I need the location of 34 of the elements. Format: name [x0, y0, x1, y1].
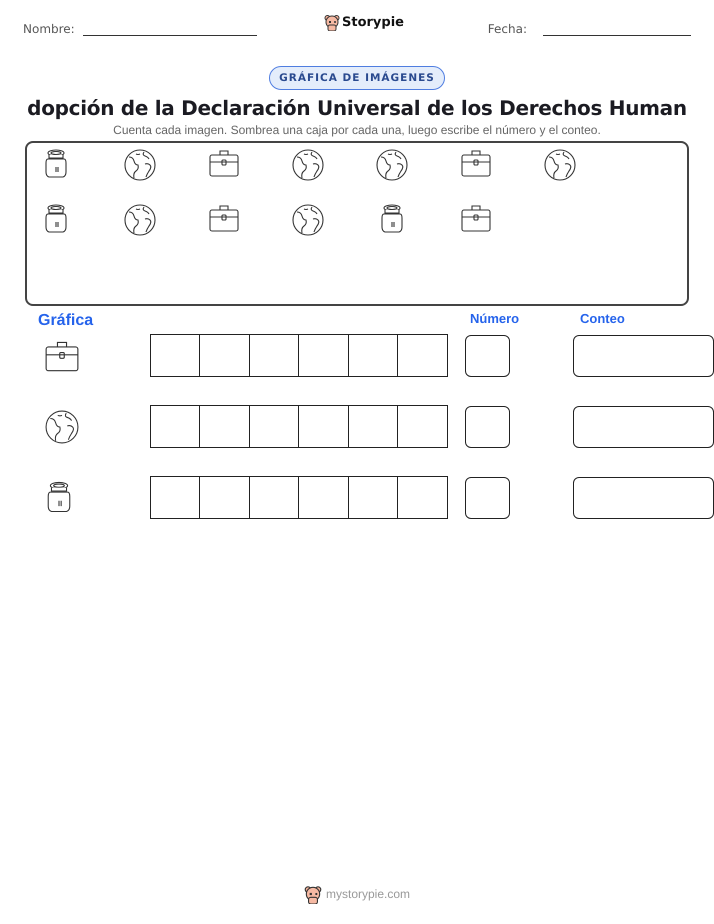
briefcase-icon — [45, 340, 79, 372]
number-box[interactable] — [464, 334, 510, 376]
worksheet-title: dopción de la Declaración Universal de los Derechos Human — [26, 96, 688, 120]
tally-box[interactable] — [573, 476, 714, 518]
jar-icon — [43, 204, 69, 234]
instructions: Cuenta cada imagen. Sombrea una caja por cada una, luego escribe el número y el conteo. — [112, 123, 602, 137]
jar-icon — [379, 204, 405, 234]
brand-name: Storypie — [342, 14, 404, 30]
briefcase-icon — [209, 204, 239, 232]
number-box[interactable] — [464, 406, 510, 448]
website-url: mystorypie.com — [326, 887, 410, 901]
graph-heading: Gráfica — [38, 312, 94, 330]
number-box[interactable] — [464, 476, 510, 518]
globe-icon — [292, 204, 324, 236]
briefcase-icon — [461, 204, 491, 232]
globe-icon — [376, 149, 408, 181]
globe-icon — [292, 149, 324, 181]
globe-icon — [124, 149, 156, 181]
globe-icon — [45, 410, 79, 444]
jar-icon — [45, 481, 73, 514]
briefcase-icon — [461, 149, 491, 177]
tally-box[interactable] — [573, 406, 714, 448]
worksheet-type-badge: GRÁFICA DE IMÁGENES — [269, 66, 445, 90]
name-label: Nombre: — [23, 22, 75, 36]
tally-box[interactable] — [573, 334, 714, 376]
globe-icon — [544, 149, 576, 181]
count-heading: Conteo — [580, 311, 625, 326]
number-heading: Número — [470, 311, 520, 326]
date-label: Fecha: — [488, 22, 527, 36]
briefcase-icon — [209, 149, 239, 177]
jar-icon — [43, 149, 69, 179]
bear-logo-icon — [324, 13, 340, 31]
globe-icon — [124, 204, 156, 236]
bear-logo-icon — [304, 884, 322, 904]
